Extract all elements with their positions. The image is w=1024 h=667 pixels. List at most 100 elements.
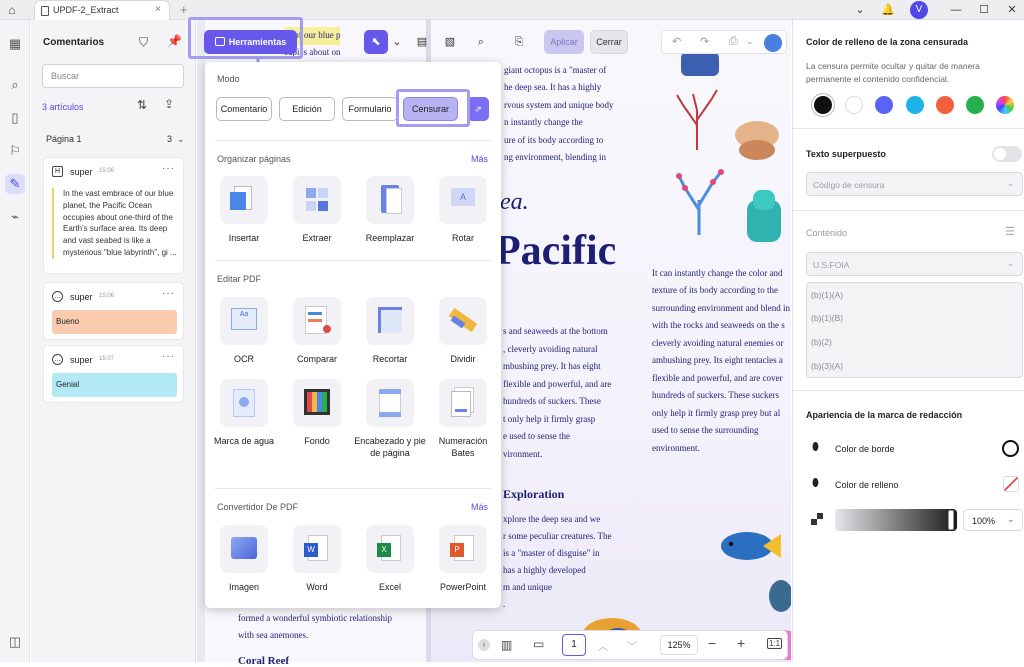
ai-assistant-icon[interactable]: [764, 34, 782, 52]
code-item[interactable]: (b)(1)(B): [811, 313, 843, 323]
mode-comment-button[interactable]: Comentario: [216, 97, 272, 121]
layers-icon[interactable]: ◫: [5, 632, 25, 652]
new-tab-icon[interactable]: +: [180, 2, 188, 17]
search-input[interactable]: Buscar: [42, 64, 184, 88]
select-cursor-icon[interactable]: ⬉: [364, 30, 388, 54]
bookmark-icon[interactable]: ⚐: [5, 141, 25, 161]
redact-text-icon[interactable]: ▤: [413, 33, 431, 51]
save-icon[interactable]: ⎙: [729, 35, 738, 48]
content-select[interactable]: U.S.FOIA: [806, 252, 1023, 276]
tool-rotate[interactable]: A Rotar: [427, 176, 499, 244]
two-page-icon[interactable]: ▥: [501, 638, 512, 652]
tool-background[interactable]: Fondo: [281, 379, 353, 447]
search-redact-icon[interactable]: ⌕: [472, 33, 490, 51]
tool-header-footer[interactable]: Encabezado y pie de página: [354, 379, 426, 459]
tool-extract[interactable]: Extraer: [281, 176, 353, 244]
tool-replace[interactable]: Reemplazar: [354, 176, 426, 244]
attachment-icon[interactable]: ⌁: [5, 207, 25, 227]
zoom-out-icon[interactable]: −: [708, 635, 716, 651]
maximize-icon[interactable]: ☐: [976, 2, 992, 18]
overlay-text-toggle[interactable]: [992, 146, 1022, 162]
page-icon[interactable]: ▯: [5, 108, 25, 128]
pin-icon[interactable]: 📌: [167, 34, 182, 48]
swatch-black[interactable]: [814, 96, 832, 114]
tool-convert-word[interactable]: W Word: [281, 525, 353, 593]
redact-area-icon[interactable]: ▧: [441, 33, 459, 51]
chevron-down-icon[interactable]: ⌄: [746, 36, 754, 47]
tool-convert-powerpoint[interactable]: P PowerPoint: [427, 525, 499, 593]
opacity-slider-handle[interactable]: [948, 510, 954, 530]
opacity-slider[interactable]: [835, 509, 957, 531]
open-external-icon[interactable]: ⇗: [467, 97, 489, 121]
comment-icon[interactable]: ✎: [5, 174, 25, 194]
border-color-swatch[interactable]: [1002, 440, 1019, 457]
zoom-level[interactable]: 125%: [660, 635, 698, 655]
doc-text: has a highly developed: [503, 565, 586, 575]
actual-size-icon[interactable]: 1:1: [767, 638, 783, 649]
code-item[interactable]: (b)(2): [811, 337, 832, 347]
minimize-icon[interactable]: —: [948, 2, 964, 18]
swatch-custom[interactable]: [996, 96, 1014, 114]
comment-card[interactable]: … super 15:07 ··· Genial: [43, 345, 184, 403]
chevron-down-icon[interactable]: ⌄: [1007, 178, 1015, 189]
tool-bates[interactable]: Numeración Bates: [427, 379, 499, 459]
bell-icon[interactable]: 🔔: [880, 2, 896, 18]
chevron-up-icon[interactable]: ︿: [598, 638, 608, 653]
swatch-blue[interactable]: [875, 96, 893, 114]
redo-icon[interactable]: ↷: [700, 35, 709, 48]
more-organize-link[interactable]: Más: [471, 154, 488, 164]
share-icon[interactable]: ⇪: [164, 97, 174, 111]
more-icon[interactable]: ···: [162, 351, 175, 362]
mode-form-button[interactable]: Formulario: [342, 97, 398, 121]
tool-insert[interactable]: Insertar: [208, 176, 280, 244]
undo-icon[interactable]: ↶: [672, 35, 681, 48]
page-count[interactable]: 3: [167, 134, 172, 144]
zoom-in-icon[interactable]: +: [737, 635, 745, 651]
code-item[interactable]: (b)(3)(A): [811, 361, 843, 371]
swatch-orange[interactable]: [936, 96, 954, 114]
chevron-down-icon[interactable]: ⌄: [1007, 514, 1015, 525]
chevron-down-icon[interactable]: ⌄: [388, 33, 406, 51]
close-window-icon[interactable]: ✕: [1004, 2, 1020, 18]
sliders-icon[interactable]: ☰: [1005, 225, 1015, 238]
avatar[interactable]: V: [910, 1, 928, 19]
chevron-down-icon[interactable]: ﹀: [627, 638, 637, 653]
code-list[interactable]: (b)(1)(A) (b)(1)(B) (b)(2) (b)(3)(A): [806, 282, 1023, 378]
filter-icon[interactable]: ⛉: [139, 35, 148, 50]
tool-split[interactable]: Dividir: [427, 297, 499, 365]
code-item[interactable]: (b)(1)(A): [811, 290, 843, 300]
more-icon[interactable]: ···: [162, 288, 175, 299]
swatch-cyan[interactable]: [906, 96, 924, 114]
document-tab[interactable]: UPDF-2_Extract ×: [34, 0, 170, 20]
page-input[interactable]: 1: [562, 634, 586, 656]
tool-watermark[interactable]: Marca de agua: [208, 379, 280, 447]
tool-convert-excel[interactable]: X Excel: [354, 525, 426, 593]
close-tab-icon[interactable]: ×: [155, 4, 161, 15]
redact-pages-icon[interactable]: ⎘: [510, 33, 528, 51]
redaction-code-select[interactable]: Código de censura: [806, 172, 1023, 196]
collapse-icon[interactable]: ›: [478, 639, 490, 651]
chevron-down-icon[interactable]: ⌄: [852, 2, 868, 18]
comment-card[interactable]: H super 15:06 ··· In the vast embrace of…: [43, 157, 184, 274]
search-icon[interactable]: ⌕: [5, 75, 25, 95]
more-convert-link[interactable]: Más: [471, 502, 488, 512]
grid-icon[interactable]: ▦: [5, 34, 25, 54]
left-nav: ▦ ⌕ ▯ ⚐ ✎ ⌁ ◫: [0, 20, 30, 662]
sort-icon[interactable]: ⇅: [137, 98, 147, 112]
home-icon[interactable]: ⌂: [4, 2, 20, 18]
apply-button[interactable]: Aplicar: [544, 30, 584, 54]
close-button[interactable]: Cerrar: [590, 30, 628, 54]
more-icon[interactable]: ···: [162, 163, 175, 174]
tool-ocr[interactable]: Aa OCR: [208, 297, 280, 365]
no-fill-swatch[interactable]: [1003, 476, 1019, 492]
tool-compare[interactable]: Comparar: [281, 297, 353, 365]
comment-card[interactable]: … super 15:06 ··· Bueno: [43, 282, 184, 340]
swatch-green[interactable]: [966, 96, 984, 114]
mode-edit-button[interactable]: Edición: [279, 97, 335, 121]
present-icon[interactable]: ▭: [533, 637, 544, 651]
tool-crop[interactable]: Recortar: [354, 297, 426, 365]
chevron-down-icon[interactable]: ⌄: [1007, 258, 1015, 269]
chevron-down-icon[interactable]: ⌄: [177, 134, 185, 145]
swatch-white[interactable]: [845, 96, 863, 114]
tool-convert-image[interactable]: Imagen: [208, 525, 280, 593]
